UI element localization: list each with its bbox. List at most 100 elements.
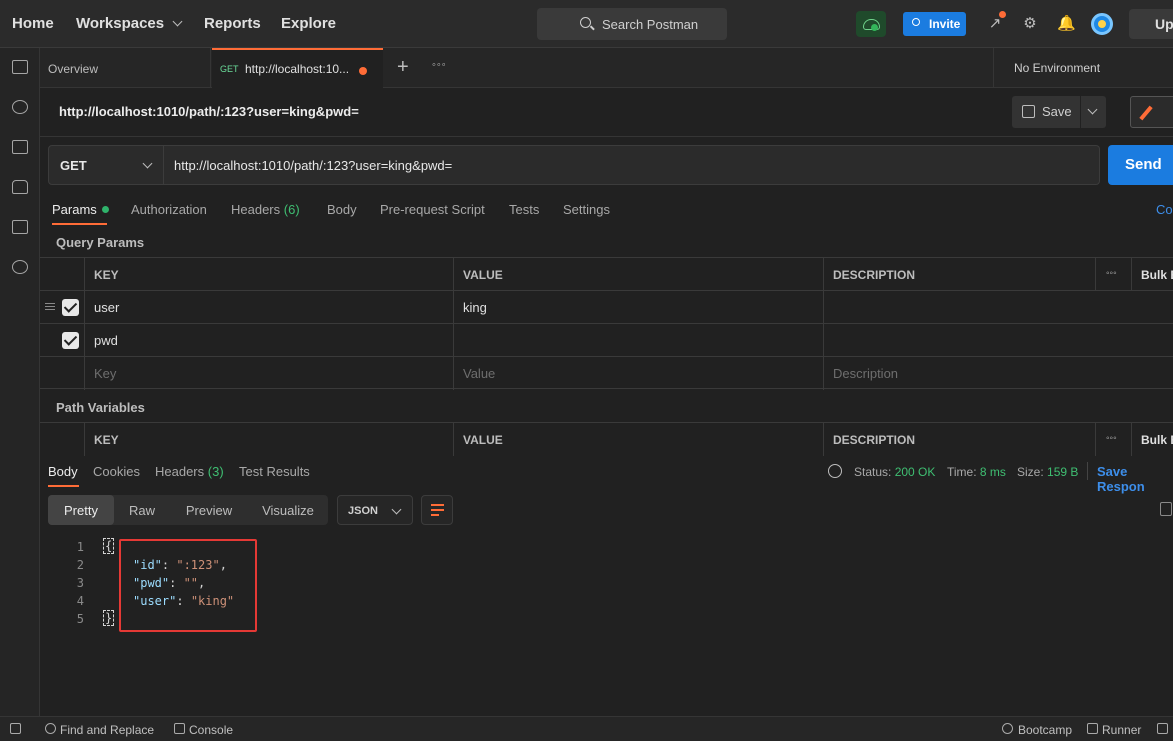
line-number: 1 — [76, 540, 84, 554]
runner-button[interactable]: Runner — [1102, 723, 1141, 737]
tab-body[interactable]: Body — [327, 202, 357, 217]
upgrade-button[interactable]: Up — [1129, 9, 1173, 39]
bootcamp-icon — [1002, 723, 1013, 734]
col-value: VALUE — [453, 423, 823, 456]
response-headers-label: Headers — [155, 464, 205, 479]
key-input[interactable]: Key — [84, 357, 453, 390]
format-visualize[interactable]: Visualize — [248, 495, 328, 525]
response-tab-cookies[interactable]: Cookies — [93, 464, 140, 479]
bulk-edit-button[interactable]: Bulk E — [1131, 423, 1173, 456]
sidebar-toggle-icon[interactable] — [10, 723, 21, 734]
search-input[interactable]: Search Postman — [537, 8, 727, 40]
more-options-icon[interactable]: ◦◦◦ — [1095, 258, 1131, 291]
tab-authorization[interactable]: Authorization — [131, 202, 207, 217]
console-button[interactable]: Console — [189, 723, 233, 737]
response-tab-headers[interactable]: Headers (3) — [155, 464, 224, 479]
format-pretty-label: Pretty — [64, 503, 98, 518]
size-readout: Size: 159 B — [1017, 465, 1078, 479]
bell-icon[interactable]: 🔔 — [1057, 15, 1076, 33]
format-pretty[interactable]: Pretty — [48, 495, 114, 525]
format-raw[interactable]: Raw — [114, 495, 170, 525]
col-key: KEY — [84, 258, 453, 291]
send-label: Send — [1125, 156, 1162, 173]
headers-count: (6) — [283, 202, 300, 217]
bulk-edit-button[interactable]: Bulk E — [1131, 258, 1173, 291]
language-select[interactable]: JSON — [337, 495, 413, 525]
collections-icon[interactable] — [12, 60, 28, 74]
tab-headers[interactable]: Headers (6) — [231, 202, 300, 217]
row-checkbox[interactable] — [62, 299, 79, 316]
tab-params[interactable]: Params — [52, 202, 109, 217]
nav-workspaces[interactable]: Workspaces — [76, 15, 183, 32]
tab-prerequest-script[interactable]: Pre-request Script — [380, 202, 485, 217]
monitors-icon[interactable] — [12, 220, 28, 234]
avatar[interactable] — [1091, 13, 1113, 35]
time-label: Time: — [947, 465, 977, 479]
sidebar-rail — [0, 48, 40, 716]
description-input[interactable]: Description — [823, 357, 1173, 390]
invite-button[interactable]: Invite — [903, 12, 966, 36]
save-options-button[interactable] — [1081, 96, 1106, 128]
globe-icon[interactable] — [828, 464, 842, 478]
more-options-icon[interactable]: ◦◦◦ — [432, 59, 447, 71]
url-input[interactable]: http://localhost:1010/path/:123?user=kin… — [164, 145, 1100, 185]
tab-settings[interactable]: Settings — [563, 202, 610, 217]
key-value: user — [94, 300, 120, 315]
cookies-link[interactable]: Co — [1156, 202, 1173, 217]
nav-home[interactable]: Home — [12, 15, 54, 32]
edit-button[interactable] — [1130, 96, 1173, 128]
nav-reports[interactable]: Reports — [204, 15, 261, 32]
find-replace-button[interactable]: Find and Replace — [60, 723, 154, 737]
url-value: http://localhost:1010/path/:123?user=kin… — [174, 158, 453, 173]
row-checkbox[interactable] — [62, 332, 79, 349]
trash-icon[interactable] — [1157, 723, 1168, 734]
wrap-lines-button[interactable] — [421, 495, 453, 525]
drag-handle-icon[interactable] — [45, 303, 55, 310]
apis-icon[interactable] — [12, 100, 28, 114]
runner-icon — [1087, 723, 1098, 734]
save-button[interactable]: Save — [1012, 96, 1080, 128]
method-select[interactable]: GET — [48, 145, 164, 185]
description-cell[interactable] — [823, 291, 1173, 324]
tab-request[interactable]: GET http://localhost:10... — [212, 48, 383, 88]
cloud-sync-icon[interactable] — [856, 11, 886, 37]
value-input[interactable]: Value — [453, 357, 823, 390]
key-cell[interactable]: pwd — [84, 324, 453, 357]
gear-icon[interactable]: ⚙ — [1021, 15, 1039, 33]
mock-servers-icon[interactable] — [12, 180, 28, 194]
status-value: 200 OK — [894, 465, 936, 479]
col-description-label: DESCRIPTION — [833, 268, 916, 282]
save-response-button[interactable]: Save Respon — [1097, 464, 1173, 494]
format-preview-label: Preview — [185, 503, 233, 518]
copy-icon[interactable] — [1160, 502, 1172, 516]
history-icon[interactable] — [12, 260, 28, 274]
more-options-icon[interactable]: ◦◦◦ — [1095, 423, 1131, 456]
environments-icon[interactable] — [12, 140, 28, 154]
open-brace: { — [103, 538, 115, 554]
query-params-label: Query Params — [56, 235, 145, 250]
save-label: Save — [1042, 104, 1072, 119]
request-title[interactable]: http://localhost:1010/path/:123?user=kin… — [59, 104, 359, 119]
response-headers-count: (3) — [207, 464, 224, 479]
format-preview[interactable]: Preview — [170, 495, 248, 525]
tab-tests[interactable]: Tests — [509, 202, 539, 217]
value-cell[interactable] — [453, 324, 823, 357]
description-cell[interactable] — [823, 324, 1173, 357]
key-cell[interactable]: user — [84, 291, 453, 324]
nav-explore[interactable]: Explore — [281, 15, 336, 32]
col-key-label: KEY — [94, 268, 119, 282]
send-button[interactable]: Send — [1108, 145, 1173, 185]
bootcamp-button[interactable]: Bootcamp — [1018, 723, 1072, 737]
search-icon — [45, 723, 56, 734]
format-toggle: Pretty Raw Preview Visualize — [48, 495, 328, 525]
tab-overview[interactable]: Overview — [40, 48, 211, 88]
response-tab-test-results[interactable]: Test Results — [239, 464, 310, 479]
highlight-box — [119, 539, 257, 632]
response-tab-body[interactable]: Body — [48, 464, 78, 479]
col-value: VALUE — [453, 258, 823, 291]
value-cell[interactable]: king — [453, 291, 823, 324]
environment-selector[interactable]: No Environment — [993, 48, 1173, 88]
bulk-edit-label: Bulk E — [1141, 433, 1173, 447]
table-row: pwd — [40, 323, 1173, 357]
new-tab-icon[interactable]: + — [397, 56, 409, 79]
